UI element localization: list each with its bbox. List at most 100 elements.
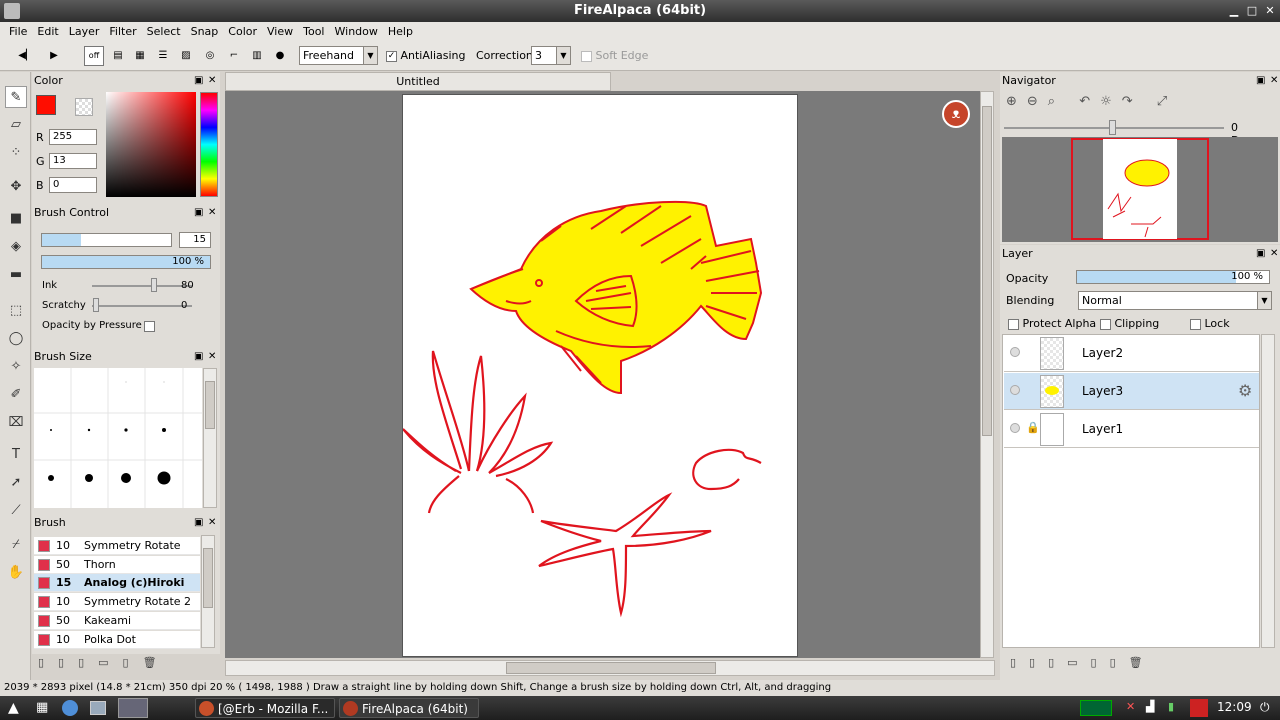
move-tool-icon[interactable]: ✥ [5, 176, 27, 198]
workspace-switcher[interactable] [118, 698, 148, 718]
brush-list-item[interactable]: 10 Symmetry Rotate [34, 537, 200, 555]
protect-alpha-toggle[interactable]: Protect Alpha [1008, 317, 1096, 330]
drawing-canvas[interactable] [402, 94, 798, 657]
soft-edge-checkbox[interactable] [581, 50, 592, 62]
visibility-icon[interactable] [1010, 423, 1020, 433]
soft-edge-toggle[interactable]: Soft Edge [581, 49, 648, 62]
minimize-button[interactable]: ▁ [1226, 3, 1242, 19]
brush-size-presets[interactable] [34, 368, 202, 508]
brush-tool-icon[interactable]: ✎ [5, 86, 27, 108]
select-eraser-icon[interactable]: ⌧ [5, 412, 27, 434]
task-firealpaca[interactable]: FireAlpaca (64bit) [339, 698, 479, 718]
layer-row[interactable]: Layer2 [1004, 335, 1259, 372]
layer-list-scrollbar[interactable] [1261, 334, 1275, 648]
close-icon[interactable]: ✕ [1270, 72, 1278, 90]
menu-edit[interactable]: Edit [32, 25, 63, 38]
brush-list-item-active[interactable]: 15 Analog (c)Hiroki [34, 574, 200, 592]
lock-icon[interactable]: 🔒 [1026, 421, 1040, 434]
close-icon[interactable]: ✕ [208, 348, 216, 366]
float-icon[interactable]: ▣ [194, 348, 203, 366]
menu-window[interactable]: Window [330, 25, 383, 38]
maximize-button[interactable]: □ [1244, 3, 1260, 19]
snap-cross-icon[interactable]: ☰ [153, 46, 173, 66]
navigator-preview[interactable] [1002, 137, 1278, 242]
brush-size-scrollbar[interactable] [203, 368, 217, 508]
next-icon[interactable]: ▶ [44, 46, 64, 66]
menu-view[interactable]: View [262, 25, 298, 38]
battery-icon[interactable]: ▮ [1168, 700, 1174, 713]
ink-slider[interactable] [92, 285, 192, 287]
menu-snap[interactable]: Snap [186, 25, 224, 38]
close-button[interactable]: ✕ [1262, 3, 1278, 19]
browser-launcher-icon[interactable] [62, 700, 78, 716]
gradient-tool-icon[interactable]: ▬ [5, 264, 27, 286]
close-icon[interactable]: ✕ [208, 514, 216, 532]
text-tool-icon[interactable]: T [5, 444, 27, 466]
eraser-tool-icon[interactable]: ▱ [5, 114, 27, 136]
divide-tool-icon[interactable]: ⟋ [5, 500, 27, 522]
brush-size-grid[interactable] [34, 368, 202, 508]
horizontal-scroll-thumb[interactable] [506, 662, 716, 674]
snap-parallel-icon[interactable]: ▤ [108, 46, 128, 66]
logout-icon[interactable]: ⏻ [1260, 700, 1270, 715]
b-input[interactable]: 0 [49, 177, 97, 193]
opacity-by-pressure-checkbox[interactable] [144, 321, 155, 332]
brush-list-item[interactable]: 50 Thorn [34, 556, 200, 574]
signal-icon[interactable]: ▟ [1146, 700, 1154, 713]
start-menu-icon[interactable]: ▲ [8, 700, 19, 716]
brush-opacity-slider[interactable]: 100 % [41, 255, 211, 269]
menu-file[interactable]: File [4, 25, 32, 38]
brush-list-item[interactable]: 50 Kakeami [34, 612, 200, 630]
prev-icon[interactable]: ◀▏ [16, 46, 36, 66]
menu-layer[interactable]: Layer [64, 25, 105, 38]
ink-slider-handle[interactable] [151, 278, 157, 292]
rotation-slider-handle[interactable] [1109, 120, 1116, 135]
record-icon[interactable] [1190, 699, 1208, 717]
float-icon[interactable]: ▣ [194, 514, 203, 532]
layer-row-active[interactable]: Layer3 ⚙ [1004, 373, 1259, 410]
float-icon[interactable]: ▣ [1256, 245, 1265, 263]
hue-slider[interactable] [200, 92, 218, 197]
visibility-icon[interactable] [1010, 385, 1020, 395]
dot-tool-icon[interactable]: ⁘ [5, 142, 27, 164]
menu-color[interactable]: Color [223, 25, 262, 38]
r-input[interactable]: 255 [49, 129, 97, 145]
float-icon[interactable]: ▣ [1256, 72, 1265, 90]
clipping-toggle[interactable]: Clipping [1100, 317, 1159, 330]
antialiasing-toggle[interactable]: ✓ AntiAliasing [386, 49, 466, 62]
snap-circle-icon[interactable]: ◎ [200, 46, 220, 66]
brush-list-item[interactable]: 10 Symmetry Rotate 2 [34, 593, 200, 611]
network-icon[interactable]: ✕ [1126, 700, 1135, 713]
lock-toggle[interactable]: Lock [1190, 317, 1230, 330]
brush-size-input[interactable]: 15 [179, 232, 211, 248]
select-tool-icon[interactable]: ⬚ [5, 300, 27, 322]
file-manager-icon[interactable]: ▦ [36, 700, 48, 715]
menu-help[interactable]: Help [383, 25, 418, 38]
float-icon[interactable]: ▣ [194, 204, 203, 222]
operation-tool-icon[interactable]: ➚ [5, 472, 27, 494]
gear-icon[interactable]: ⚙ [1238, 381, 1252, 400]
g-input[interactable]: 13 [49, 153, 97, 169]
lasso-tool-icon[interactable]: ◯ [5, 328, 27, 350]
saturation-value-picker[interactable] [106, 92, 196, 197]
visibility-icon[interactable] [1010, 347, 1020, 357]
snap-curve-icon[interactable]: ⌐ [224, 46, 244, 66]
close-icon[interactable]: ✕ [1270, 245, 1278, 263]
snap-vanish-icon[interactable]: ▨ [176, 46, 196, 66]
select-pen-icon[interactable]: ✐ [5, 384, 27, 406]
layer-panel-actions[interactable]: ▯▯▯▭▯▯🗑 [1010, 656, 1210, 672]
antialiasing-checkbox[interactable]: ✓ [386, 50, 397, 62]
eyedropper-icon[interactable]: ⌿ [5, 534, 27, 556]
float-icon[interactable]: ▣ [194, 72, 203, 90]
magic-wand-icon[interactable]: ✧ [5, 356, 27, 378]
fill-tool-icon[interactable]: ◈ [5, 236, 27, 258]
correction-select[interactable]: 3 ▼ [531, 46, 571, 65]
show-desktop-icon[interactable] [90, 701, 106, 715]
primary-color-swatch[interactable] [36, 95, 56, 115]
navigator-tools[interactable]: ⊕⊖⌕ ↶☼↷ ⤢ [1006, 94, 1177, 109]
snap-dot-icon[interactable]: ● [270, 46, 290, 66]
hand-tool-icon[interactable]: ✋ [5, 562, 27, 584]
close-icon[interactable]: ✕ [208, 72, 216, 90]
layer-row[interactable]: 🔒 Layer1 [1004, 411, 1259, 448]
snap-off-icon[interactable]: off [84, 46, 104, 66]
